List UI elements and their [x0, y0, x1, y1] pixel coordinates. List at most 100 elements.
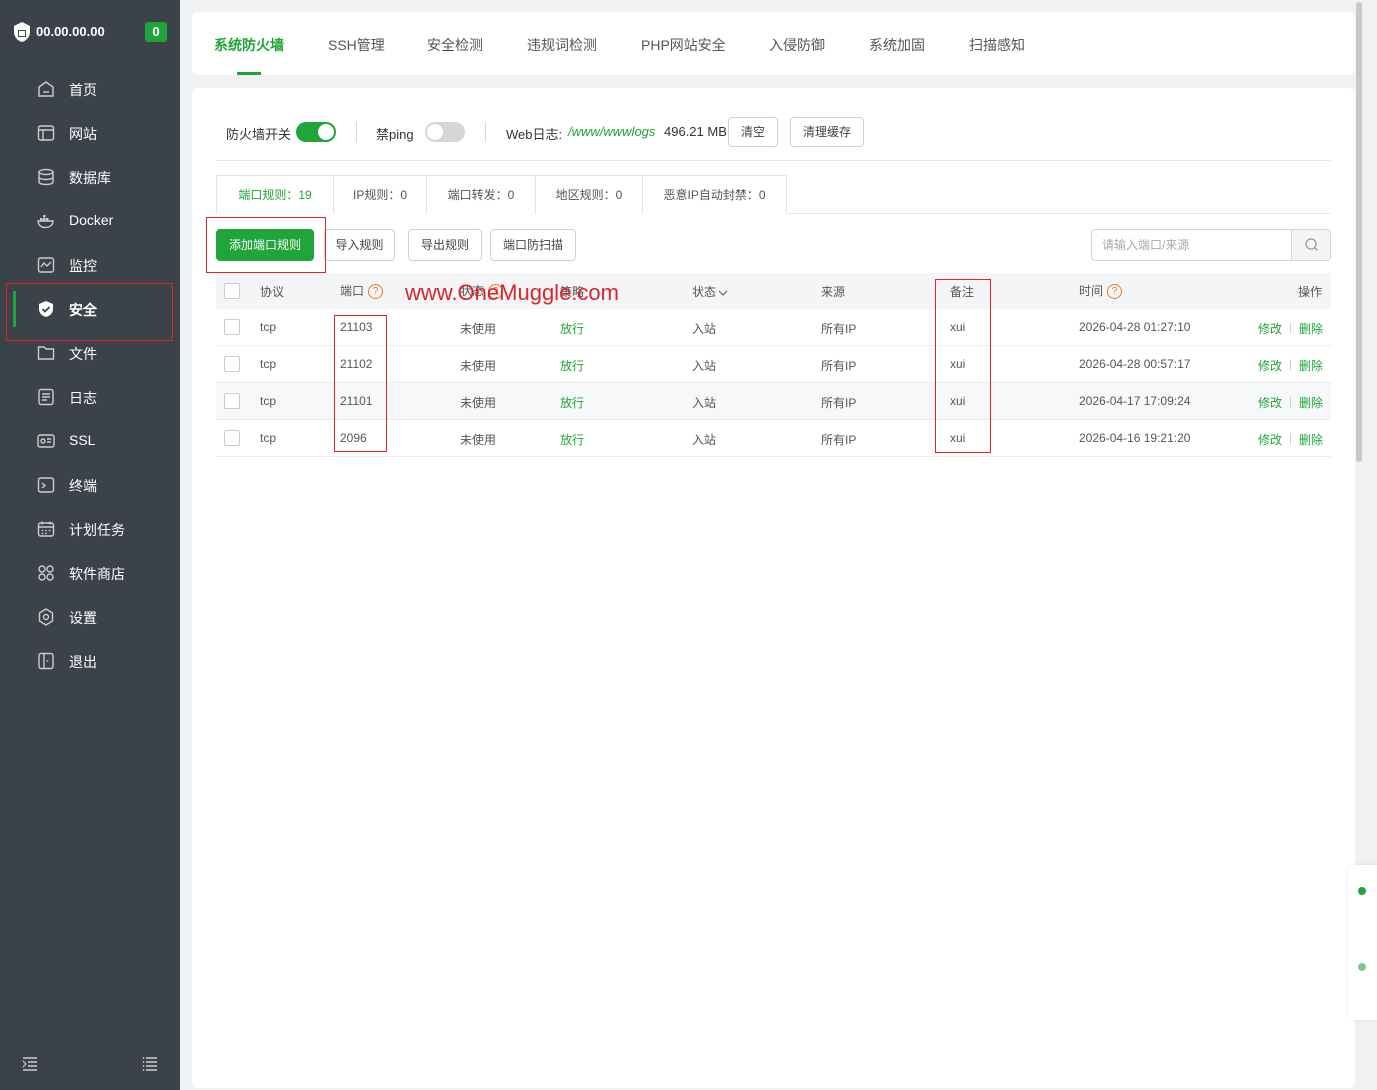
sidebar-item-security[interactable]: 安全 [0, 287, 180, 331]
shield-icon [39, 301, 53, 317]
cell-port: 21101 [340, 394, 373, 408]
logo-icon [14, 22, 30, 42]
website-icon [37, 125, 55, 141]
tab-scan-detection[interactable]: 扫描感知 [969, 35, 1025, 55]
tab-ssh[interactable]: SSH管理 [328, 35, 385, 55]
search-input[interactable] [1092, 230, 1292, 260]
subtab-malicious-ip-ban[interactable]: 恶意IP自动封禁：0 [643, 176, 786, 214]
sidebar-item-label: 退出 [69, 654, 97, 670]
row-checkbox[interactable] [224, 393, 240, 409]
table-row: tcp 21102 未使用 放行 入站 所有IP xui 2026-04-28 … [216, 346, 1331, 383]
subtab-port-forward[interactable]: 端口转发：0 [427, 176, 536, 214]
sidebar-item-label: 计划任务 [69, 522, 125, 538]
edit-link[interactable]: 修改 [1258, 431, 1282, 448]
scrollbar-thumb[interactable] [1356, 2, 1362, 462]
sidebar-item-files[interactable]: 文件 [0, 331, 180, 375]
delete-link[interactable]: 删除 [1299, 320, 1323, 337]
notification-badge[interactable]: 0 [145, 22, 167, 42]
divider [216, 160, 1331, 161]
cell-port: 2096 [340, 431, 367, 445]
col-time: 时间? [1079, 282, 1123, 300]
tab-php-security[interactable]: PHP网站安全 [641, 35, 726, 55]
sidebar-item-database[interactable]: 数据库 [0, 155, 180, 199]
cell-direction: 入站 [692, 433, 717, 447]
delete-link[interactable]: 删除 [1299, 431, 1323, 448]
sidebar-item-label: 网站 [69, 126, 97, 142]
collapse-menu-icon[interactable] [22, 1057, 38, 1071]
subtab-port-rules[interactable]: 端口规则：19 [217, 176, 334, 214]
tab-system-firewall[interactable]: 系统防火墙 [214, 35, 284, 55]
monitor-icon [37, 257, 55, 273]
table-row: tcp 21101 未使用 放行 入站 所有IP xui 2026-04-17 … [216, 383, 1331, 420]
col-direction[interactable]: 状态 [692, 283, 728, 300]
cell-protocol: tcp [260, 357, 277, 371]
col-direction-label: 状态 [692, 285, 717, 299]
sidebar-item-label: 软件商店 [69, 566, 125, 582]
delete-link[interactable]: 删除 [1299, 357, 1323, 374]
sidebar-item-settings[interactable]: 设置 [0, 595, 180, 639]
search-button[interactable] [1291, 230, 1330, 260]
firewall-toggle[interactable] [296, 122, 336, 142]
table-header: 协议 端口? 状态? 策略 状态 来源 备注 时间? 操作 [216, 273, 1331, 309]
rule-type-tabs: 端口规则：19 IP规则：0 端口转发：0 地区规则：0 恶意IP自动封禁：0 [216, 175, 787, 214]
ban-ping-toggle[interactable] [425, 122, 465, 142]
tab-intrusion-prevention[interactable]: 入侵防御 [769, 35, 825, 55]
help-icon[interactable]: ? [1107, 284, 1123, 300]
menu-list-icon[interactable] [142, 1057, 158, 1071]
logout-icon [38, 652, 54, 670]
edit-link[interactable]: 修改 [1258, 394, 1282, 411]
subtab-region-rules[interactable]: 地区规则：0 [536, 176, 643, 214]
sidebar-item-label: 首页 [69, 82, 97, 98]
sidebar-item-ssl[interactable]: SSL [0, 419, 180, 463]
tab-system-hardening[interactable]: 系统加固 [869, 35, 925, 55]
feedback-icon [1358, 963, 1366, 971]
clear-log-button[interactable]: 清空 [728, 117, 778, 147]
search-icon [1305, 238, 1318, 251]
col-ops: 操作 [1298, 285, 1323, 299]
sidebar-item-terminal[interactable]: 终端 [0, 463, 180, 507]
export-rules-button[interactable]: 导出规则 [408, 229, 482, 261]
add-port-rule-button[interactable]: 添加端口规则 [216, 229, 314, 261]
sidebar-item-docker[interactable]: Docker [0, 199, 180, 243]
row-checkbox[interactable] [224, 430, 240, 446]
cell-source: 所有IP [821, 359, 857, 373]
sidebar-item-website[interactable]: 网站 [0, 111, 180, 155]
clear-cache-button[interactable]: 清理缓存 [790, 117, 864, 147]
tab-security-scan[interactable]: 安全检测 [427, 35, 483, 55]
sidebar-item-monitor[interactable]: 监控 [0, 243, 180, 287]
edit-link[interactable]: 修改 [1258, 357, 1282, 374]
col-port-label: 端口 [340, 284, 365, 298]
web-log-label: Web日志: [506, 127, 563, 142]
col-source: 来源 [821, 285, 846, 299]
help-icon[interactable]: ? [368, 284, 384, 300]
sidebar-item-app-store[interactable]: 软件商店 [0, 551, 180, 595]
sidebar-item-logs[interactable]: 日志 [0, 375, 180, 419]
sidebar-item-logout[interactable]: 退出 [0, 639, 180, 683]
separator: | [1289, 431, 1293, 445]
web-log-path[interactable]: /www/wwwlogs [568, 124, 655, 139]
col-port: 端口? [340, 282, 384, 300]
row-checkbox[interactable] [224, 356, 240, 372]
delete-link[interactable]: 删除 [1299, 394, 1323, 411]
cell-source: 所有IP [821, 322, 857, 336]
web-log-size: 496.21 MB [664, 124, 727, 139]
cell-protocol: tcp [260, 320, 277, 334]
subtab-ip-rules[interactable]: IP规则：0 [334, 176, 427, 214]
row-checkbox[interactable] [224, 319, 240, 335]
port-anti-scan-button[interactable]: 端口防扫描 [490, 229, 576, 261]
cell-direction: 入站 [692, 322, 717, 336]
separator: | [1289, 320, 1293, 334]
docker-icon [37, 215, 54, 229]
import-rules-button[interactable]: 导入规则 [324, 229, 395, 261]
database-icon [38, 168, 54, 186]
select-all-checkbox[interactable] [224, 283, 240, 299]
sidebar-item-home[interactable]: 首页 [0, 67, 180, 111]
edit-link[interactable]: 修改 [1258, 320, 1282, 337]
sidebar-item-label: 设置 [69, 610, 97, 626]
sidebar-item-cron[interactable]: 计划任务 [0, 507, 180, 551]
tab-banned-words[interactable]: 违规词检测 [527, 35, 597, 55]
col-time-label: 时间 [1079, 284, 1104, 298]
cell-port: 21102 [340, 357, 373, 371]
folder-icon [37, 346, 55, 360]
floating-side-widget[interactable] [1348, 865, 1377, 1020]
